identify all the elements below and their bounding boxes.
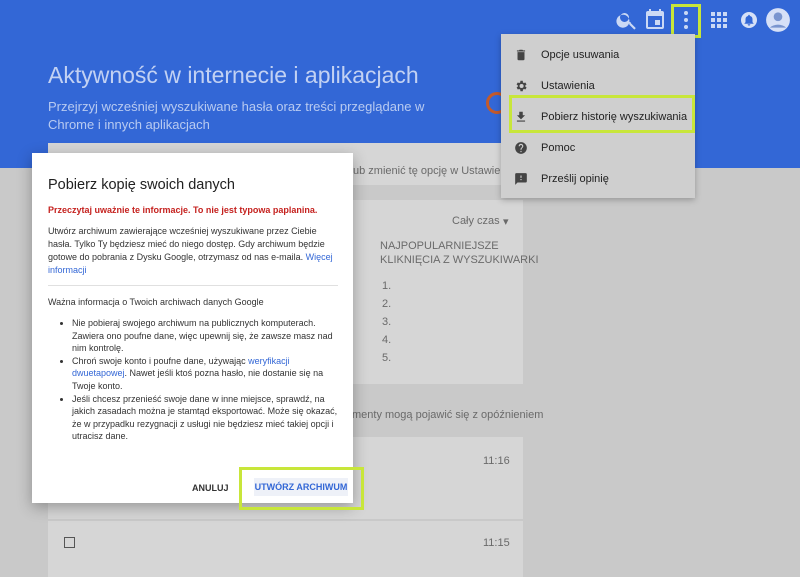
menu-item-label: Pomoc [541, 141, 576, 154]
list-item-text: Chroń swoje konto i poufne dane, używają… [72, 355, 249, 366]
list-item: Chroń swoje konto i poufne dane, używają… [72, 355, 342, 393]
column-heading-2: KLIKNIĘCIA Z WYSZUKIWARKI [380, 254, 539, 266]
gear-icon [514, 79, 528, 93]
page-title: Aktywność w internecie i aplikacjach [48, 62, 419, 88]
calendar-icon[interactable] [643, 8, 667, 32]
dialog-warning: Przeczytaj uważnie te informacje. To nie… [48, 205, 318, 215]
more-vert-icon[interactable] [674, 8, 698, 32]
menu-item-download-history[interactable]: Pobierz historię wyszukiwania [501, 101, 695, 132]
menu-item-label: Prześlij opinię [541, 172, 609, 185]
download-dialog: Pobierz kopię swoich danych Przeczytaj u… [32, 153, 353, 503]
activity-time: 11:16 [483, 455, 510, 467]
list-item: Nie pobieraj swojego archiwum na publicz… [72, 317, 342, 355]
menu-item-settings[interactable]: Ustawienia [501, 70, 695, 101]
create-archive-button[interactable]: UTWÓRZ ARCHIWUM [254, 478, 348, 496]
item-checkbox[interactable] [64, 537, 75, 548]
list-item: Jeśli chcesz przenieść swoje dane w inne… [72, 393, 342, 443]
time-filter[interactable]: Cały czas [452, 215, 500, 227]
avatar[interactable] [765, 7, 791, 33]
column-heading-1: NAJPOPULARNIEJSZE [380, 240, 499, 252]
activity-item[interactable]: 11:15 [48, 521, 523, 577]
download-icon [514, 110, 528, 124]
delay-note: menty mogą pojawić się z opóźnieniem [352, 409, 544, 421]
overflow-menu: Opcje usuwania Ustawienia Pobierz histor… [501, 34, 695, 198]
page-subtitle: Przejrzyj wcześniej wyszukiwane hasła or… [48, 99, 425, 132]
dialog-paragraph-text: Utwórz archiwum zawierające wcześniej wy… [48, 226, 325, 262]
list-number: 5. [382, 352, 392, 364]
help-icon [514, 141, 528, 155]
feedback-icon [514, 172, 528, 186]
important-heading: Ważna informacja o Twoich archiwach dany… [48, 297, 264, 307]
dialog-divider [48, 285, 338, 286]
menu-item-label: Pobierz historię wyszukiwania [541, 110, 688, 123]
cancel-button[interactable]: ANULUJ [192, 483, 229, 493]
notifications-icon[interactable] [737, 8, 761, 32]
apps-grid-icon[interactable] [707, 8, 731, 32]
activity-time: 11:15 [483, 537, 510, 549]
dialog-title: Pobierz kopię swoich danych [48, 177, 235, 193]
menu-item-label: Opcje usuwania [541, 48, 620, 61]
menu-item-label: Ustawienia [541, 79, 595, 92]
menu-item-feedback[interactable]: Prześlij opinię [501, 163, 695, 194]
dialog-paragraph: Utwórz archiwum zawierające wcześniej wy… [48, 225, 338, 277]
trash-icon [514, 48, 528, 62]
list-number: 3. [382, 316, 392, 328]
list-number: 4. [382, 334, 392, 346]
important-list: Nie pobieraj swojego archiwum na publicz… [60, 317, 342, 443]
search-icon[interactable] [615, 8, 639, 32]
list-number: 1. [382, 280, 392, 292]
menu-item-help[interactable]: Pomoc [501, 132, 695, 163]
chevron-down-icon[interactable]: ▾ [503, 215, 509, 228]
list-number: 2. [382, 298, 392, 310]
menu-item-delete-options[interactable]: Opcje usuwania [501, 39, 695, 70]
